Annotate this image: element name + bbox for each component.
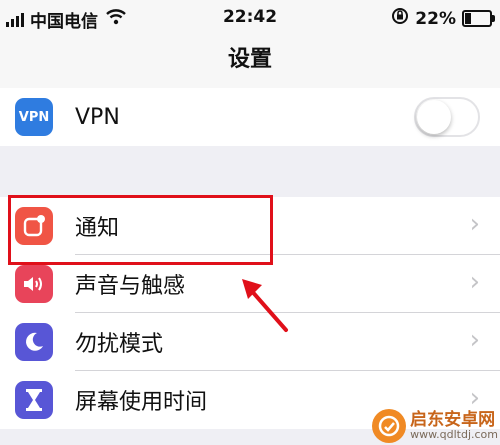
hourglass-icon <box>15 381 53 419</box>
settings-row-label: 声音与触感 <box>75 274 186 299</box>
orientation-lock-icon <box>391 7 409 30</box>
battery-icon <box>462 10 495 27</box>
watermark-url: www.qdltdj.com <box>410 428 498 442</box>
speaker-icon <box>15 265 53 303</box>
moon-icon <box>15 323 53 361</box>
chevron-right-icon: › <box>469 209 480 239</box>
vpn-icon: VPN <box>15 98 53 136</box>
chevron-right-icon: › <box>469 325 480 355</box>
annotation-arrow-icon <box>242 279 288 332</box>
vpn-toggle[interactable] <box>414 97 480 137</box>
battery-fill <box>465 13 471 24</box>
vpn-group: VPN VPN <box>0 88 500 146</box>
watermark-name: 启东安卓网 <box>410 409 496 430</box>
vpn-row: VPN VPN <box>0 88 500 146</box>
toggle-knob <box>417 100 451 134</box>
vpn-label: VPN <box>75 104 120 130</box>
chevron-right-icon: › <box>469 267 480 297</box>
highlight-box <box>8 195 273 265</box>
settings-row-label: 屏幕使用时间 <box>75 390 208 415</box>
page-title: 设置 <box>0 36 500 89</box>
battery-percent: 22% <box>415 8 456 29</box>
watermark-logo-icon <box>372 409 407 443</box>
watermark: 启东安卓网 www.qdltdj.com <box>372 409 498 443</box>
settings-row-label: 勿扰模式 <box>75 332 164 357</box>
status-bar: 中国电信 22:42 22% <box>0 0 500 36</box>
